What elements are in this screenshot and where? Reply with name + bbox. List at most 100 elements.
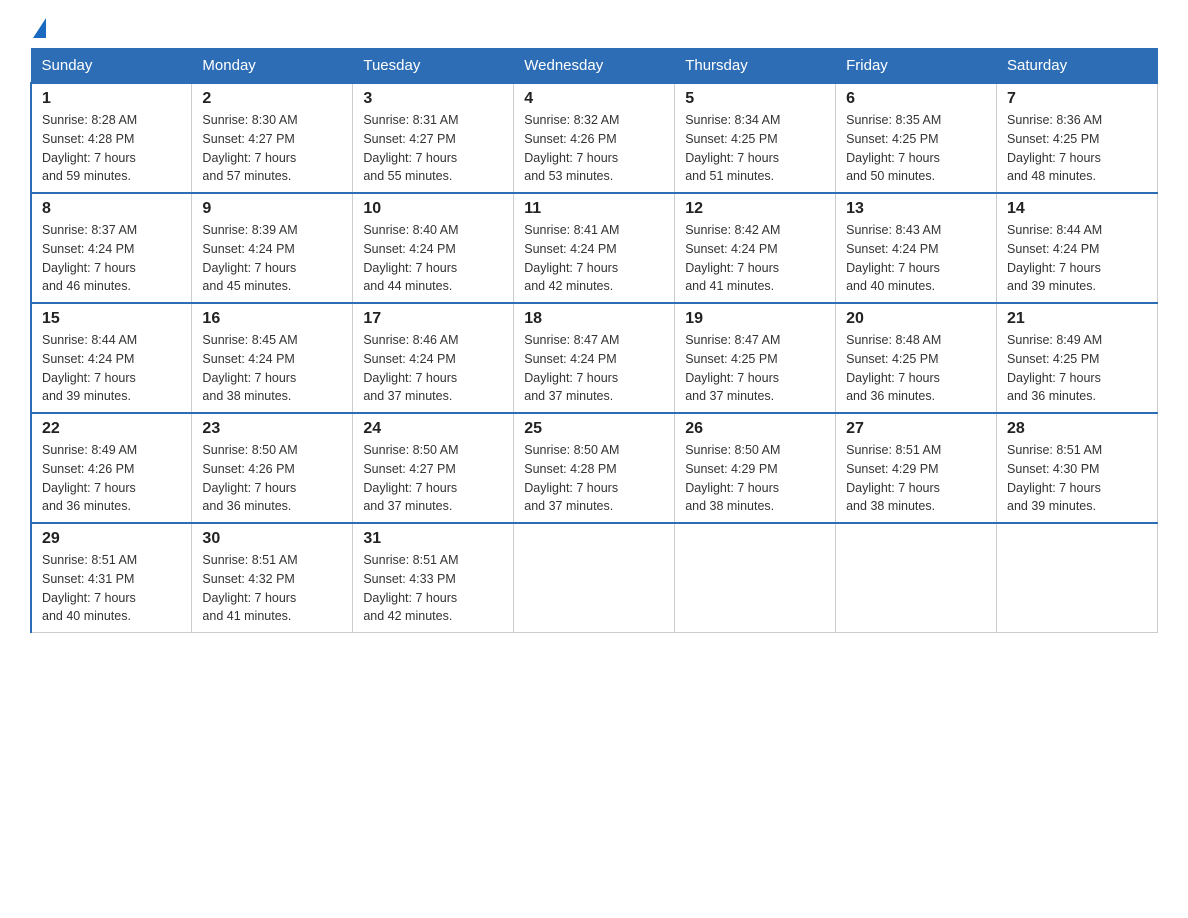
calendar-day-cell: 1Sunrise: 8:28 AMSunset: 4:28 PMDaylight… — [31, 83, 192, 193]
day-info: Sunrise: 8:41 AMSunset: 4:24 PMDaylight:… — [524, 221, 664, 296]
day-number: 25 — [524, 420, 664, 438]
day-number: 9 — [202, 200, 342, 218]
day-number: 2 — [202, 90, 342, 108]
calendar-day-cell: 29Sunrise: 8:51 AMSunset: 4:31 PMDayligh… — [31, 523, 192, 633]
calendar-header-row: SundayMondayTuesdayWednesdayThursdayFrid… — [31, 49, 1158, 84]
day-info: Sunrise: 8:31 AMSunset: 4:27 PMDaylight:… — [363, 111, 503, 186]
day-info: Sunrise: 8:43 AMSunset: 4:24 PMDaylight:… — [846, 221, 986, 296]
calendar-empty-cell — [675, 523, 836, 633]
day-number: 24 — [363, 420, 503, 438]
day-number: 16 — [202, 310, 342, 328]
day-number: 20 — [846, 310, 986, 328]
header-sunday: Sunday — [31, 49, 192, 84]
calendar-day-cell: 3 Sunrise: 8:31 AMSunset: 4:27 PMDaylight… — [353, 83, 514, 193]
calendar-day-cell: 4 Sunrise: 8:32 AMSunset: 4:26 PMDaylight… — [514, 83, 675, 193]
day-info: Sunrise: 8:47 AMSunset: 4:25 PMDaylight:… — [685, 331, 825, 406]
day-number: 8 — [42, 200, 181, 218]
day-number: 15 — [42, 310, 181, 328]
day-info: Sunrise: 8:30 AMSunset: 4:27 PMDaylight:… — [202, 111, 342, 186]
calendar-week-row: 15 Sunrise: 8:44 AMSunset: 4:24 PMDayligh… — [31, 303, 1158, 413]
logo — [30, 20, 46, 40]
calendar-day-cell: 25 Sunrise: 8:50 AMSunset: 4:28 PMDayligh… — [514, 413, 675, 523]
day-number: 14 — [1007, 200, 1147, 218]
day-number: 18 — [524, 310, 664, 328]
day-number: 7 — [1007, 90, 1147, 108]
calendar-day-cell: 20Sunrise: 8:48 AMSunset: 4:25 PMDayligh… — [836, 303, 997, 413]
day-info: Sunrise: 8:50 AMSunset: 4:28 PMDaylight:… — [524, 441, 664, 516]
calendar-day-cell: 6 Sunrise: 8:35 AMSunset: 4:25 PMDaylight… — [836, 83, 997, 193]
calendar-day-cell: 31 Sunrise: 8:51 AMSunset: 4:33 PMDayligh… — [353, 523, 514, 633]
day-number: 3 — [363, 90, 503, 108]
calendar-day-cell: 8 Sunrise: 8:37 AMSunset: 4:24 PMDaylight… — [31, 193, 192, 303]
calendar-day-cell: 10 Sunrise: 8:40 AMSunset: 4:24 PMDayligh… — [353, 193, 514, 303]
day-number: 10 — [363, 200, 503, 218]
day-info: Sunrise: 8:50 AMSunset: 4:26 PMDaylight:… — [202, 441, 342, 516]
day-info: Sunrise: 8:46 AMSunset: 4:24 PMDaylight:… — [363, 331, 503, 406]
day-number: 5 — [685, 90, 825, 108]
day-info: Sunrise: 8:49 AMSunset: 4:26 PMDaylight:… — [42, 441, 181, 516]
day-info: Sunrise: 8:40 AMSunset: 4:24 PMDaylight:… — [363, 221, 503, 296]
day-number: 22 — [42, 420, 181, 438]
calendar-day-cell: 16 Sunrise: 8:45 AMSunset: 4:24 PMDayligh… — [192, 303, 353, 413]
day-info: Sunrise: 8:36 AMSunset: 4:25 PMDaylight:… — [1007, 111, 1147, 186]
calendar-day-cell: 27 Sunrise: 8:51 AMSunset: 4:29 PMDayligh… — [836, 413, 997, 523]
day-number: 28 — [1007, 420, 1147, 438]
day-info: Sunrise: 8:28 AMSunset: 4:28 PMDaylight:… — [42, 111, 181, 186]
header-friday: Friday — [836, 49, 997, 84]
calendar-empty-cell — [836, 523, 997, 633]
calendar-day-cell: 9 Sunrise: 8:39 AMSunset: 4:24 PMDaylight… — [192, 193, 353, 303]
calendar-day-cell: 15 Sunrise: 8:44 AMSunset: 4:24 PMDayligh… — [31, 303, 192, 413]
calendar-day-cell: 12 Sunrise: 8:42 AMSunset: 4:24 PMDayligh… — [675, 193, 836, 303]
calendar-day-cell: 28Sunrise: 8:51 AMSunset: 4:30 PMDayligh… — [997, 413, 1158, 523]
calendar-week-row: 8 Sunrise: 8:37 AMSunset: 4:24 PMDaylight… — [31, 193, 1158, 303]
calendar-table: SundayMondayTuesdayWednesdayThursdayFrid… — [30, 48, 1158, 633]
page-header — [30, 20, 1158, 40]
calendar-day-cell: 17 Sunrise: 8:46 AMSunset: 4:24 PMDayligh… — [353, 303, 514, 413]
day-number: 19 — [685, 310, 825, 328]
day-number: 23 — [202, 420, 342, 438]
logo-triangle-icon — [33, 18, 46, 38]
day-info: Sunrise: 8:50 AMSunset: 4:27 PMDaylight:… — [363, 441, 503, 516]
day-info: Sunrise: 8:45 AMSunset: 4:24 PMDaylight:… — [202, 331, 342, 406]
day-number: 6 — [846, 90, 986, 108]
day-info: Sunrise: 8:44 AMSunset: 4:24 PMDaylight:… — [1007, 221, 1147, 296]
calendar-day-cell: 5 Sunrise: 8:34 AMSunset: 4:25 PMDaylight… — [675, 83, 836, 193]
day-number: 27 — [846, 420, 986, 438]
day-info: Sunrise: 8:44 AMSunset: 4:24 PMDaylight:… — [42, 331, 181, 406]
calendar-day-cell: 11 Sunrise: 8:41 AMSunset: 4:24 PMDayligh… — [514, 193, 675, 303]
day-info: Sunrise: 8:51 AMSunset: 4:32 PMDaylight:… — [202, 551, 342, 626]
day-info: Sunrise: 8:51 AMSunset: 4:29 PMDaylight:… — [846, 441, 986, 516]
day-info: Sunrise: 8:35 AMSunset: 4:25 PMDaylight:… — [846, 111, 986, 186]
day-number: 31 — [363, 530, 503, 548]
day-number: 30 — [202, 530, 342, 548]
day-info: Sunrise: 8:51 AMSunset: 4:33 PMDaylight:… — [363, 551, 503, 626]
calendar-day-cell: 24 Sunrise: 8:50 AMSunset: 4:27 PMDayligh… — [353, 413, 514, 523]
day-info: Sunrise: 8:47 AMSunset: 4:24 PMDaylight:… — [524, 331, 664, 406]
day-info: Sunrise: 8:39 AMSunset: 4:24 PMDaylight:… — [202, 221, 342, 296]
calendar-day-cell: 22 Sunrise: 8:49 AMSunset: 4:26 PMDayligh… — [31, 413, 192, 523]
header-saturday: Saturday — [997, 49, 1158, 84]
day-number: 13 — [846, 200, 986, 218]
day-info: Sunrise: 8:50 AMSunset: 4:29 PMDaylight:… — [685, 441, 825, 516]
day-info: Sunrise: 8:37 AMSunset: 4:24 PMDaylight:… — [42, 221, 181, 296]
calendar-week-row: 22 Sunrise: 8:49 AMSunset: 4:26 PMDayligh… — [31, 413, 1158, 523]
calendar-day-cell: 14 Sunrise: 8:44 AMSunset: 4:24 PMDayligh… — [997, 193, 1158, 303]
day-number: 4 — [524, 90, 664, 108]
day-info: Sunrise: 8:32 AMSunset: 4:26 PMDaylight:… — [524, 111, 664, 186]
calendar-day-cell: 21 Sunrise: 8:49 AMSunset: 4:25 PMDayligh… — [997, 303, 1158, 413]
calendar-day-cell: 26 Sunrise: 8:50 AMSunset: 4:29 PMDayligh… — [675, 413, 836, 523]
day-number: 21 — [1007, 310, 1147, 328]
day-number: 17 — [363, 310, 503, 328]
day-info: Sunrise: 8:34 AMSunset: 4:25 PMDaylight:… — [685, 111, 825, 186]
header-tuesday: Tuesday — [353, 49, 514, 84]
calendar-week-row: 29Sunrise: 8:51 AMSunset: 4:31 PMDayligh… — [31, 523, 1158, 633]
header-monday: Monday — [192, 49, 353, 84]
day-number: 11 — [524, 200, 664, 218]
calendar-day-cell: 23 Sunrise: 8:50 AMSunset: 4:26 PMDayligh… — [192, 413, 353, 523]
calendar-day-cell: 2 Sunrise: 8:30 AMSunset: 4:27 PMDaylight… — [192, 83, 353, 193]
day-number: 26 — [685, 420, 825, 438]
day-info: Sunrise: 8:42 AMSunset: 4:24 PMDaylight:… — [685, 221, 825, 296]
day-info: Sunrise: 8:49 AMSunset: 4:25 PMDaylight:… — [1007, 331, 1147, 406]
day-number: 12 — [685, 200, 825, 218]
calendar-empty-cell — [514, 523, 675, 633]
